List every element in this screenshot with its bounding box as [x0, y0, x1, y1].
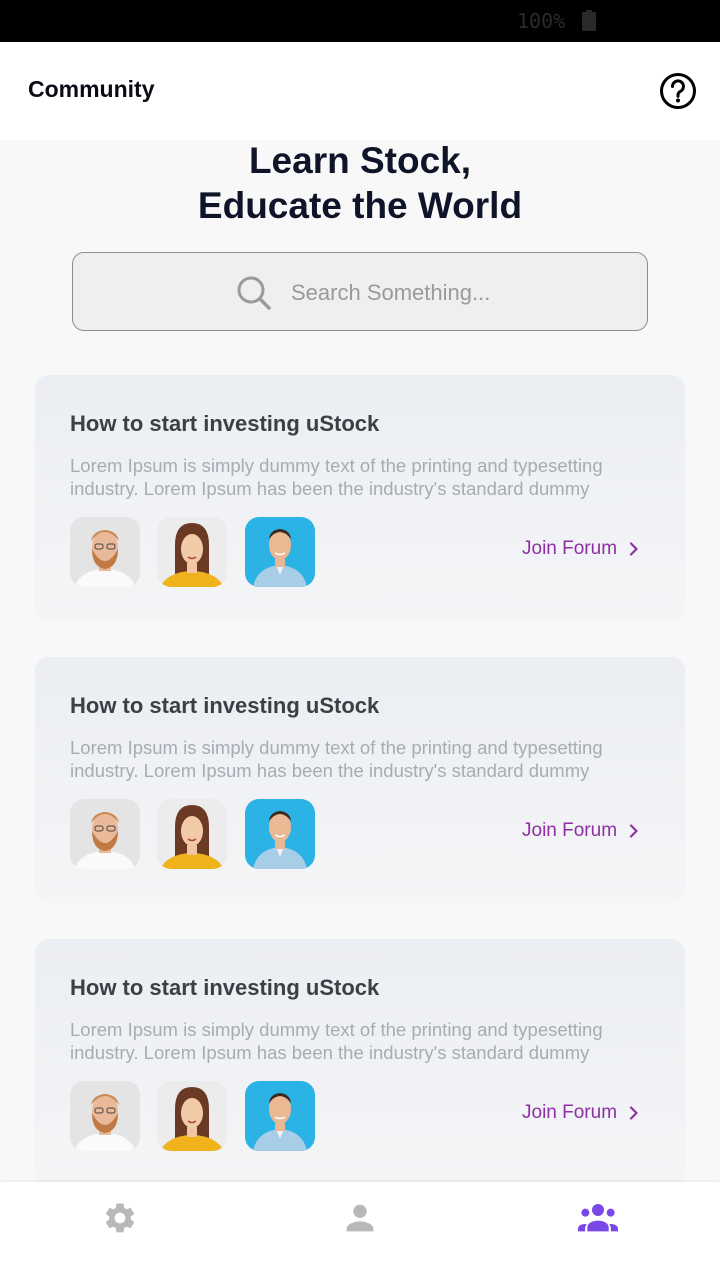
battery-percentage: 100% — [517, 9, 566, 33]
join-forum-button[interactable]: Join Forum — [522, 820, 641, 842]
join-forum-label: Join Forum — [522, 538, 618, 559]
forum-title: How to start investing uStock — [70, 411, 380, 436]
avatar-man-denim — [245, 1081, 315, 1151]
hero-line-1: Learn Stock, — [248, 140, 472, 181]
app-bar: Community — [0, 42, 720, 140]
chevron-right-icon — [629, 1106, 638, 1120]
avatar-man-denim — [245, 517, 315, 587]
chevron-right-icon — [629, 824, 638, 838]
forum-description: Lorem Ipsum is simply dummy text of the … — [70, 1019, 603, 1063]
person-icon — [346, 1204, 374, 1232]
nav-settings[interactable] — [100, 1198, 140, 1238]
search-icon — [237, 276, 271, 310]
forum-card: How to start investing uStock Lorem Ipsu… — [35, 939, 685, 1185]
join-forum-label: Join Forum — [522, 1102, 618, 1123]
forum-title: How to start investing uStock — [70, 693, 380, 718]
chevron-right-icon — [629, 542, 638, 556]
nav-community[interactable] — [578, 1198, 618, 1238]
status-bar: 100% — [0, 0, 720, 42]
people-icon — [578, 1204, 618, 1232]
forum-card: How to start investing uStock Lorem Ipsu… — [35, 375, 685, 621]
forum-title: How to start investing uStock — [70, 975, 380, 1000]
avatar-bearded-man — [70, 517, 140, 587]
hero-heading: Learn Stock, Educate the World — [0, 138, 720, 228]
join-forum-label: Join Forum — [522, 820, 618, 841]
search-input[interactable] — [291, 277, 621, 309]
avatar-bearded-man — [70, 1081, 140, 1151]
hero-line-2: Educate the World — [197, 185, 523, 226]
help-icon[interactable] — [659, 72, 697, 110]
bottom-navigation — [0, 1182, 720, 1280]
battery-icon — [582, 10, 596, 31]
avatar-woman — [157, 1081, 227, 1151]
forum-card: How to start investing uStock Lorem Ipsu… — [35, 657, 685, 903]
join-forum-button[interactable]: Join Forum — [522, 1102, 641, 1124]
gear-icon — [105, 1203, 135, 1233]
join-forum-button[interactable]: Join Forum — [522, 538, 641, 560]
avatar-man-denim — [245, 799, 315, 869]
forum-description: Lorem Ipsum is simply dummy text of the … — [70, 737, 603, 781]
avatar-woman — [157, 517, 227, 587]
page-title: Community — [28, 76, 155, 102]
avatar-woman — [157, 799, 227, 869]
search-bar[interactable] — [72, 252, 648, 331]
nav-profile[interactable] — [340, 1198, 380, 1238]
forum-description: Lorem Ipsum is simply dummy text of the … — [70, 455, 603, 499]
avatar-bearded-man — [70, 799, 140, 869]
